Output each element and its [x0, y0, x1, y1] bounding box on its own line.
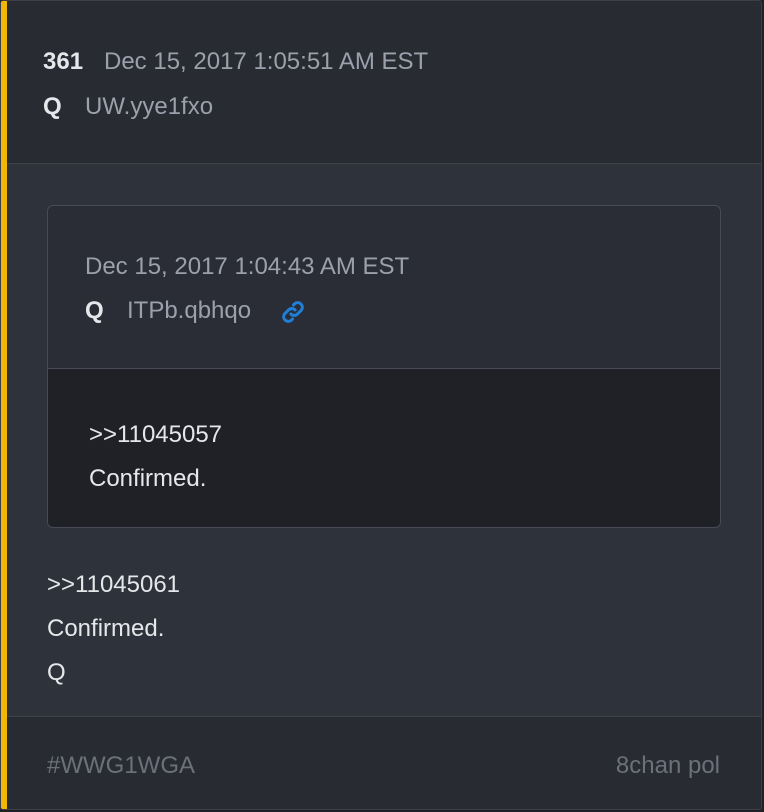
post-author: Q [43, 93, 62, 120]
post-number: 361 [43, 48, 84, 75]
post-footer: #WWG1WGA 8chan pol [7, 716, 761, 809]
post-card: 361 Dec 15, 2017 1:05:51 AM EST Q UW.yye… [0, 0, 762, 810]
quoted-tripcode: ITPb.qbhqo [127, 297, 252, 324]
quoted-timestamp: Dec 15, 2017 1:04:43 AM EST [85, 253, 410, 280]
link-icon[interactable] [279, 298, 307, 326]
message-signature: Q [47, 659, 66, 686]
post-tripcode: UW.yye1fxo [85, 93, 214, 120]
quoted-post: Dec 15, 2017 1:04:43 AM EST Q ITPb.qbhqo… [47, 205, 721, 528]
quoted-text: Confirmed. [89, 465, 207, 492]
message-text: Confirmed. [47, 615, 165, 642]
post-timestamp: Dec 15, 2017 1:05:51 AM EST [104, 48, 429, 75]
post-header: 361 Dec 15, 2017 1:05:51 AM EST Q UW.yye… [7, 1, 761, 164]
hashtag[interactable]: #WWG1WGA [47, 752, 195, 780]
quoted-author: Q [85, 297, 104, 324]
source-label: 8chan pol [615, 752, 720, 779]
quoted-post-body: >>11045057 Confirmed. [48, 369, 720, 527]
quoted-reply-link[interactable]: >>11045057 [89, 421, 222, 449]
message-reply-link[interactable]: >>11045061 [47, 571, 180, 599]
quoted-post-header: Dec 15, 2017 1:04:43 AM EST Q ITPb.qbhqo [48, 206, 720, 369]
